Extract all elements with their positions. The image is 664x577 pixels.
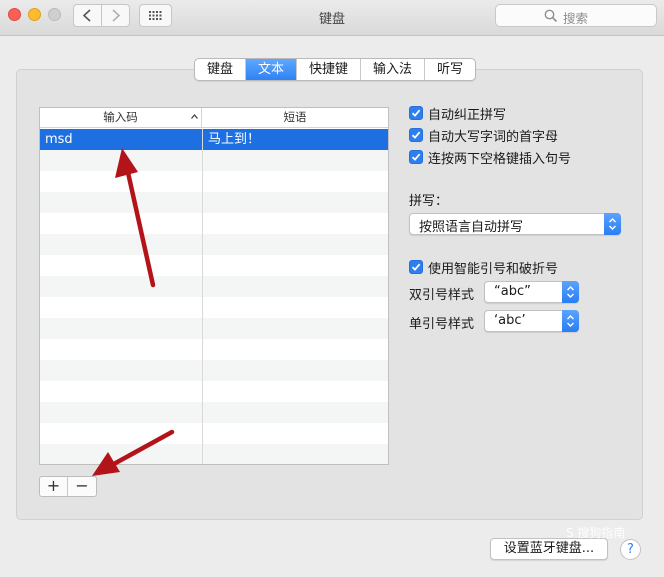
annotation-arrow-up	[115, 148, 156, 288]
annotation-arrows	[92, 148, 175, 476]
annotation-arrow-left	[92, 429, 175, 476]
watermark-logo: S 搜狗指南	[566, 526, 626, 540]
